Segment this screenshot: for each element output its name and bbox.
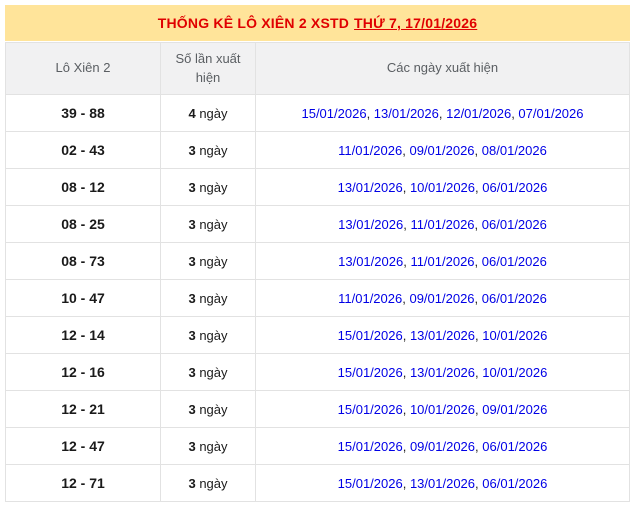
- date-link[interactable]: 06/01/2026: [482, 439, 547, 454]
- date-link[interactable]: 15/01/2026: [338, 328, 403, 343]
- table-row: 12 - 16 3 ngày 15/01/2026, 13/01/2026, 1…: [5, 353, 630, 391]
- date-link[interactable]: 15/01/2026: [301, 106, 366, 121]
- date-link[interactable]: 06/01/2026: [482, 254, 547, 269]
- pair-cell: 12 - 47: [5, 427, 161, 465]
- title-text: THỐNG KÊ LÔ XIÊN 2 XSTD: [157, 15, 350, 31]
- pair-cell: 12 - 21: [5, 390, 161, 428]
- date-link[interactable]: 15/01/2026: [338, 439, 403, 454]
- table-row: 08 - 73 3 ngày 13/01/2026, 11/01/2026, 0…: [5, 242, 630, 280]
- table-body: 39 - 88 4 ngày 15/01/2026, 13/01/2026, 1…: [5, 94, 630, 502]
- dates-cell: 13/01/2026, 11/01/2026, 06/01/2026: [255, 242, 630, 280]
- table-row: 02 - 43 3 ngày 11/01/2026, 09/01/2026, 0…: [5, 131, 630, 169]
- dates-cell: 13/01/2026, 11/01/2026, 06/01/2026: [255, 205, 630, 243]
- date-link[interactable]: 15/01/2026: [338, 365, 403, 380]
- table-row: 12 - 47 3 ngày 15/01/2026, 09/01/2026, 0…: [5, 427, 630, 465]
- table-row: 12 - 71 3 ngày 15/01/2026, 13/01/2026, 0…: [5, 464, 630, 502]
- pair-cell: 12 - 16: [5, 353, 161, 391]
- date-link[interactable]: 11/01/2026: [410, 217, 474, 232]
- page: THỐNG KÊ LÔ XIÊN 2 XSTD THỨ 7, 17/01/2026…: [0, 0, 635, 511]
- date-link[interactable]: 11/01/2026: [410, 254, 474, 269]
- dates-cell: 15/01/2026, 13/01/2026, 10/01/2026: [255, 316, 630, 354]
- date-link[interactable]: 15/01/2026: [338, 476, 403, 491]
- count-cell: 3 ngày: [160, 427, 256, 465]
- table-row: 08 - 12 3 ngày 13/01/2026, 10/01/2026, 0…: [5, 168, 630, 206]
- date-link[interactable]: 13/01/2026: [374, 106, 439, 121]
- date-link[interactable]: 12/01/2026: [446, 106, 511, 121]
- date-link[interactable]: 13/01/2026: [410, 365, 475, 380]
- table-row: 10 - 47 3 ngày 11/01/2026, 09/01/2026, 0…: [5, 279, 630, 317]
- pair-cell: 39 - 88: [5, 94, 161, 132]
- count-cell: 3 ngày: [160, 242, 256, 280]
- dates-cell: 11/01/2026, 09/01/2026, 06/01/2026: [255, 279, 630, 317]
- page-title: THỐNG KÊ LÔ XIÊN 2 XSTD THỨ 7, 17/01/2026: [5, 5, 630, 41]
- count-cell: 3 ngày: [160, 353, 256, 391]
- count-cell: 3 ngày: [160, 316, 256, 354]
- table-row: 12 - 21 3 ngày 15/01/2026, 10/01/2026, 0…: [5, 390, 630, 428]
- table-row: 12 - 14 3 ngày 15/01/2026, 13/01/2026, 1…: [5, 316, 630, 354]
- dates-cell: 13/01/2026, 10/01/2026, 06/01/2026: [255, 168, 630, 206]
- date-link[interactable]: 10/01/2026: [410, 180, 475, 195]
- date-link[interactable]: 07/01/2026: [518, 106, 583, 121]
- pair-cell: 02 - 43: [5, 131, 161, 169]
- table-row: 39 - 88 4 ngày 15/01/2026, 13/01/2026, 1…: [5, 94, 630, 132]
- count-cell: 3 ngày: [160, 464, 256, 502]
- dates-cell: 15/01/2026, 09/01/2026, 06/01/2026: [255, 427, 630, 465]
- dates-cell: 15/01/2026, 13/01/2026, 10/01/2026: [255, 353, 630, 391]
- date-link[interactable]: 06/01/2026: [482, 476, 547, 491]
- date-link[interactable]: 08/01/2026: [482, 143, 547, 158]
- pair-cell: 10 - 47: [5, 279, 161, 317]
- column-header-dates: Các ngày xuất hiện: [255, 42, 630, 95]
- pair-cell: 12 - 71: [5, 464, 161, 502]
- date-link[interactable]: 13/01/2026: [338, 217, 403, 232]
- date-link[interactable]: 13/01/2026: [410, 328, 475, 343]
- date-link[interactable]: 11/01/2026: [338, 143, 402, 158]
- date-link[interactable]: 09/01/2026: [482, 402, 547, 417]
- count-cell: 3 ngày: [160, 390, 256, 428]
- date-link[interactable]: 10/01/2026: [410, 402, 475, 417]
- column-header-pair: Lô Xiên 2: [5, 42, 161, 95]
- date-link[interactable]: 06/01/2026: [482, 291, 547, 306]
- date-link[interactable]: 06/01/2026: [482, 180, 547, 195]
- date-link[interactable]: 09/01/2026: [409, 291, 474, 306]
- date-link[interactable]: 15/01/2026: [338, 402, 403, 417]
- title-date-link[interactable]: THỨ 7, 17/01/2026: [354, 15, 477, 31]
- dates-cell: 11/01/2026, 09/01/2026, 08/01/2026: [255, 131, 630, 169]
- dates-cell: 15/01/2026, 13/01/2026, 06/01/2026: [255, 464, 630, 502]
- count-cell: 3 ngày: [160, 205, 256, 243]
- pair-cell: 12 - 14: [5, 316, 161, 354]
- dates-cell: 15/01/2026, 13/01/2026, 12/01/2026, 07/0…: [255, 94, 630, 132]
- pair-cell: 08 - 25: [5, 205, 161, 243]
- date-link[interactable]: 13/01/2026: [338, 254, 403, 269]
- pair-cell: 08 - 73: [5, 242, 161, 280]
- date-link[interactable]: 09/01/2026: [409, 143, 474, 158]
- date-link[interactable]: 13/01/2026: [410, 476, 475, 491]
- statistics-table: Lô Xiên 2 Số lần xuất hiện Các ngày xuất…: [5, 42, 630, 502]
- date-link[interactable]: 11/01/2026: [338, 291, 402, 306]
- count-cell: 3 ngày: [160, 131, 256, 169]
- date-link[interactable]: 10/01/2026: [482, 365, 547, 380]
- table-row: 08 - 25 3 ngày 13/01/2026, 11/01/2026, 0…: [5, 205, 630, 243]
- table-header-row: Lô Xiên 2 Số lần xuất hiện Các ngày xuất…: [5, 42, 630, 95]
- date-link[interactable]: 13/01/2026: [338, 180, 403, 195]
- date-link[interactable]: 10/01/2026: [482, 328, 547, 343]
- date-link[interactable]: 09/01/2026: [410, 439, 475, 454]
- dates-cell: 15/01/2026, 10/01/2026, 09/01/2026: [255, 390, 630, 428]
- date-link[interactable]: 06/01/2026: [482, 217, 547, 232]
- column-header-count: Số lần xuất hiện: [160, 42, 256, 95]
- count-cell: 3 ngày: [160, 168, 256, 206]
- pair-cell: 08 - 12: [5, 168, 161, 206]
- count-cell: 3 ngày: [160, 279, 256, 317]
- count-cell: 4 ngày: [160, 94, 256, 132]
